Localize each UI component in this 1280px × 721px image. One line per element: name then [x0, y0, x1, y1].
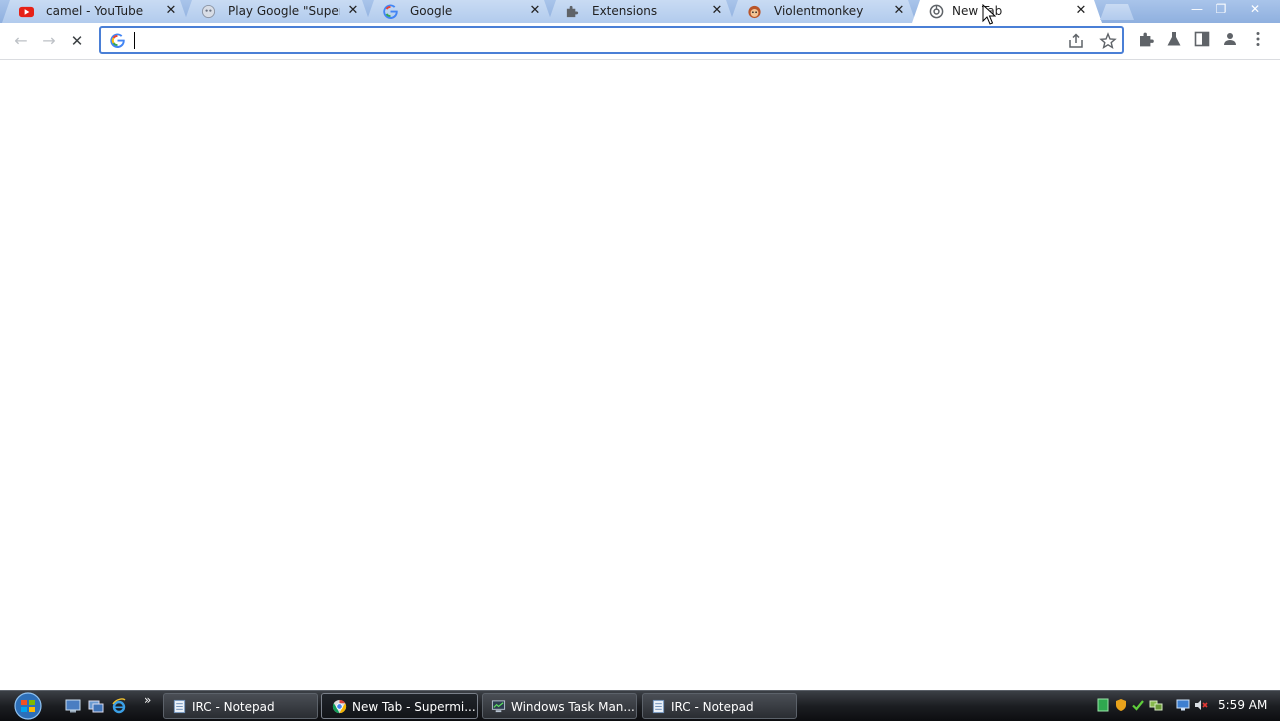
show-desktop-icon[interactable]	[65, 698, 81, 714]
shield-icon[interactable]	[1114, 698, 1128, 712]
task-label: Windows Task Man...	[511, 700, 635, 714]
youtube-icon	[19, 4, 34, 19]
start-button[interactable]	[10, 692, 46, 720]
tab-close-button[interactable]: ✕	[346, 4, 360, 18]
tab-close-button[interactable]: ✕	[710, 4, 724, 18]
task-manager-icon	[491, 700, 506, 713]
network-icon[interactable]	[1149, 698, 1163, 712]
side-panel-icon[interactable]	[1191, 28, 1213, 50]
mouse-pointer-icon	[982, 4, 996, 25]
green-app-icon[interactable]	[1096, 698, 1110, 712]
chrome-icon	[929, 4, 944, 19]
text-cursor	[134, 32, 135, 49]
check-icon[interactable]	[1131, 698, 1145, 712]
tab-title: New Tab	[952, 4, 1003, 18]
star-icon[interactable]	[1099, 32, 1117, 50]
browser-toolbar: ← → ✕	[0, 23, 1280, 60]
tab-close-button[interactable]: ✕	[164, 4, 178, 18]
taskbar: » IRC - Notepad New Tab - Supermi... Win…	[0, 690, 1280, 721]
restore-button[interactable]: ❐	[1208, 0, 1234, 18]
tab-violentmonkey[interactable]: Violentmonkey ✕	[730, 0, 916, 23]
close-window-button[interactable]: ✕	[1242, 0, 1268, 18]
omnibox-input[interactable]	[133, 31, 1057, 51]
page-content	[0, 60, 1280, 690]
menu-icon[interactable]	[1247, 28, 1269, 50]
tab-title: Violentmonkey	[774, 4, 864, 18]
taskbar-task-windows-task-manager[interactable]: Windows Task Man...	[482, 693, 637, 719]
volume-muted-icon[interactable]	[1194, 698, 1208, 712]
omnibox[interactable]	[99, 26, 1124, 54]
chrome-icon	[332, 699, 347, 714]
stop-loading-button[interactable]: ✕	[66, 30, 88, 52]
game-icon	[201, 4, 216, 19]
tab-close-button[interactable]: ✕	[1074, 4, 1088, 18]
tab-title: Play Google "Super Mario"	[228, 4, 340, 18]
task-label: New Tab - Supermi...	[352, 700, 476, 714]
taskbar-overflow-chevron[interactable]: »	[144, 693, 151, 707]
tab-title: camel - YouTube	[46, 4, 144, 18]
profile-icon[interactable]	[1219, 28, 1241, 50]
ie-icon[interactable]	[111, 698, 127, 714]
tab-strip: camel - YouTube ✕ Play Google "Super Mar…	[0, 0, 1280, 23]
violentmonkey-icon	[747, 4, 762, 19]
clock[interactable]: 5:59 AM	[1218, 698, 1267, 712]
labs-icon[interactable]	[1163, 28, 1185, 50]
tab-title: Google	[410, 4, 453, 18]
notepad-icon	[652, 699, 665, 714]
share-icon[interactable]	[1067, 32, 1085, 50]
back-button[interactable]: ←	[10, 30, 32, 52]
monitor-icon[interactable]	[1176, 698, 1190, 712]
taskbar-task-new-tab[interactable]: New Tab - Supermi...	[321, 693, 478, 719]
tab-play-google-super-mario[interactable]: Play Google "Super Mario" ✕	[184, 0, 370, 23]
forward-button[interactable]: →	[38, 30, 60, 52]
tab-close-button[interactable]: ✕	[892, 4, 906, 18]
tab-extensions[interactable]: Extensions ✕	[548, 0, 734, 23]
tab-google[interactable]: Google ✕	[366, 0, 552, 23]
task-label: IRC - Notepad	[671, 700, 754, 714]
puzzle-icon	[565, 4, 580, 19]
google-g-icon	[110, 33, 125, 48]
taskbar-task-irc-notepad-2[interactable]: IRC - Notepad	[642, 693, 797, 719]
notepad-icon	[173, 699, 186, 714]
task-label: IRC - Notepad	[192, 700, 275, 714]
minimize-button[interactable]: —	[1184, 0, 1210, 18]
extensions-icon[interactable]	[1135, 28, 1157, 50]
tab-title: Extensions	[592, 4, 658, 18]
new-tab-button[interactable]	[1100, 4, 1134, 20]
tab-camel-youtube[interactable]: camel - YouTube ✕	[2, 0, 188, 23]
taskbar-task-irc-notepad[interactable]: IRC - Notepad	[163, 693, 318, 719]
tab-new-tab[interactable]: New Tab ✕	[912, 0, 1102, 23]
switch-windows-icon[interactable]	[88, 698, 104, 714]
tab-close-button[interactable]: ✕	[528, 4, 542, 18]
google-icon	[383, 4, 398, 19]
